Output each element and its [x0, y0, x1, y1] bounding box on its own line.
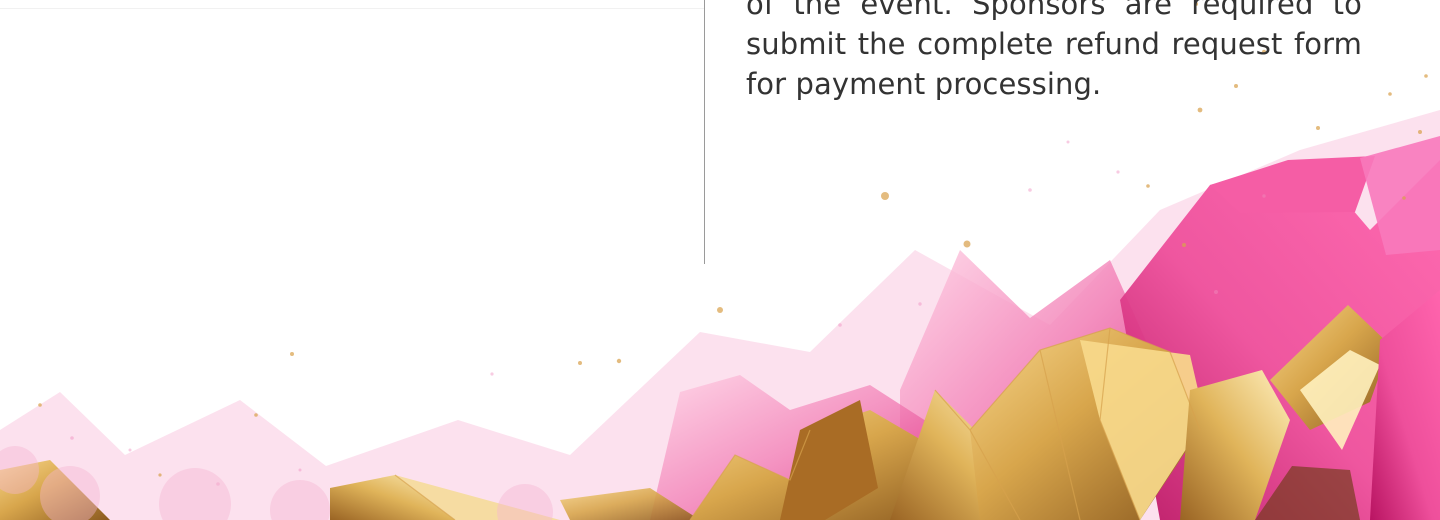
sponsor-refund-page: of the event. Sponsors are required to s…	[0, 0, 1440, 520]
refund-policy-text: of the event. Sponsors are required to s…	[746, 0, 1362, 101]
left-white-panel	[0, 0, 704, 264]
vertical-divider	[704, 0, 705, 264]
top-left-panel-strip	[0, 0, 704, 9]
